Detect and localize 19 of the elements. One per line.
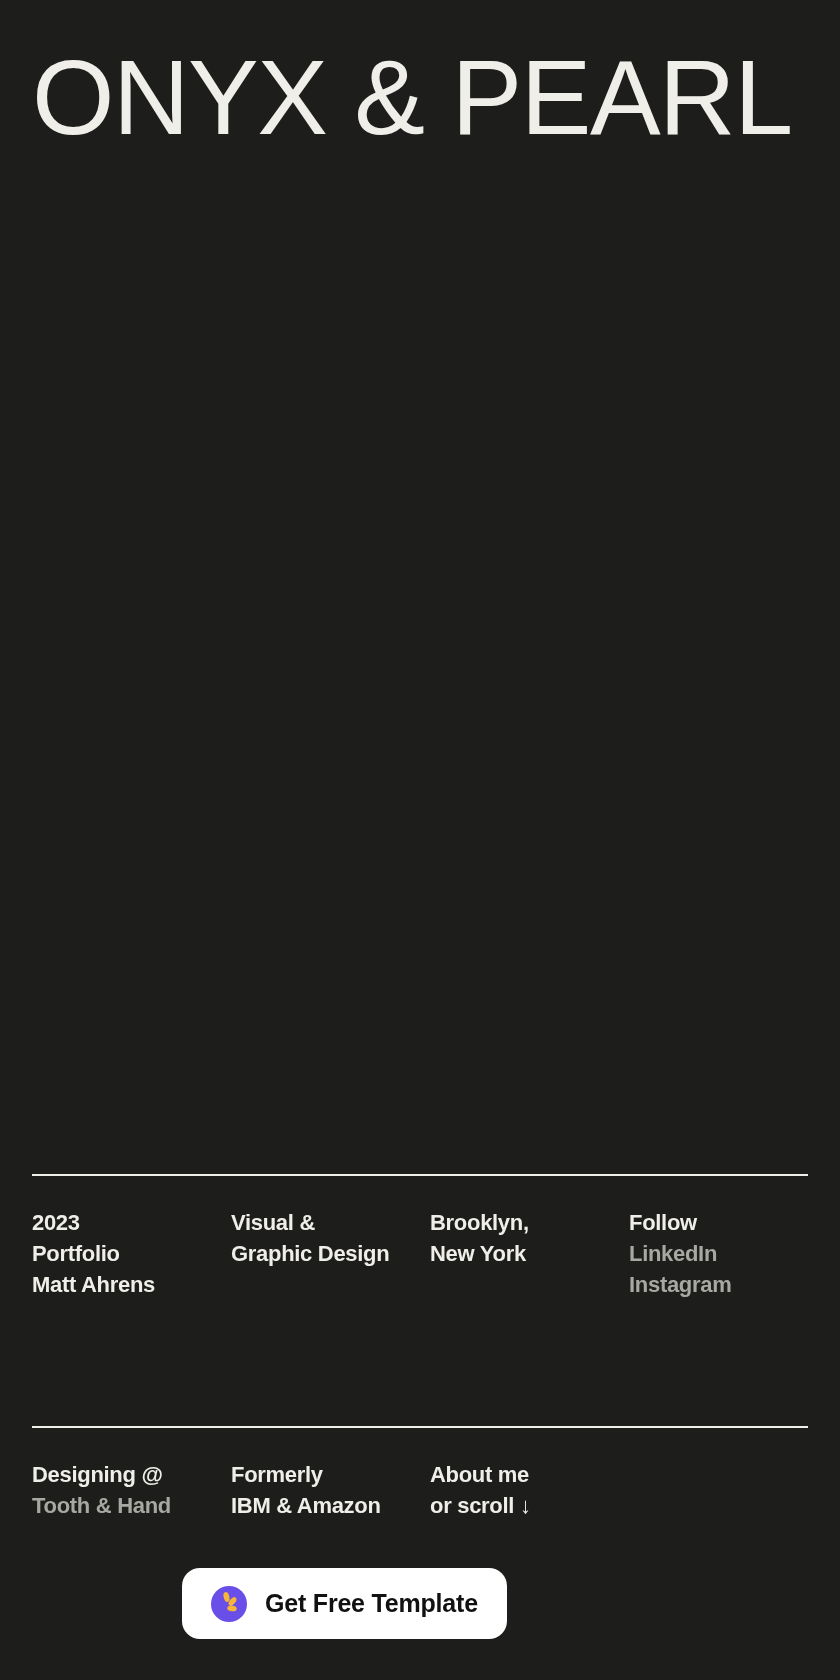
info-text: Designing @	[32, 1461, 163, 1489]
info-text: Visual &	[231, 1209, 315, 1237]
info-text: IBM & Amazon	[231, 1492, 381, 1520]
info-text: Follow	[629, 1209, 697, 1237]
info-text: New York	[430, 1240, 526, 1268]
flower-icon	[211, 1585, 247, 1622]
info-text: About me	[430, 1461, 530, 1489]
site-title: ONYX & PEARL	[32, 44, 793, 150]
text-link[interactable]: Tooth & Hand	[32, 1490, 171, 1521]
info-text: Brooklyn,	[430, 1209, 529, 1237]
info-text: 2023	[32, 1209, 80, 1237]
info-text: Portfolio	[32, 1240, 120, 1268]
info-text: Graphic Design	[231, 1240, 390, 1268]
info-text: Formerly	[231, 1461, 323, 1489]
get-template-button[interactable]: Get Free Template	[182, 1568, 507, 1639]
info-text: or scroll ↓	[430, 1492, 531, 1520]
text-link[interactable]: LinkedIn	[629, 1238, 718, 1269]
text-link[interactable]: Instagram	[629, 1269, 732, 1300]
info-text: Matt Ahrens	[32, 1271, 155, 1299]
